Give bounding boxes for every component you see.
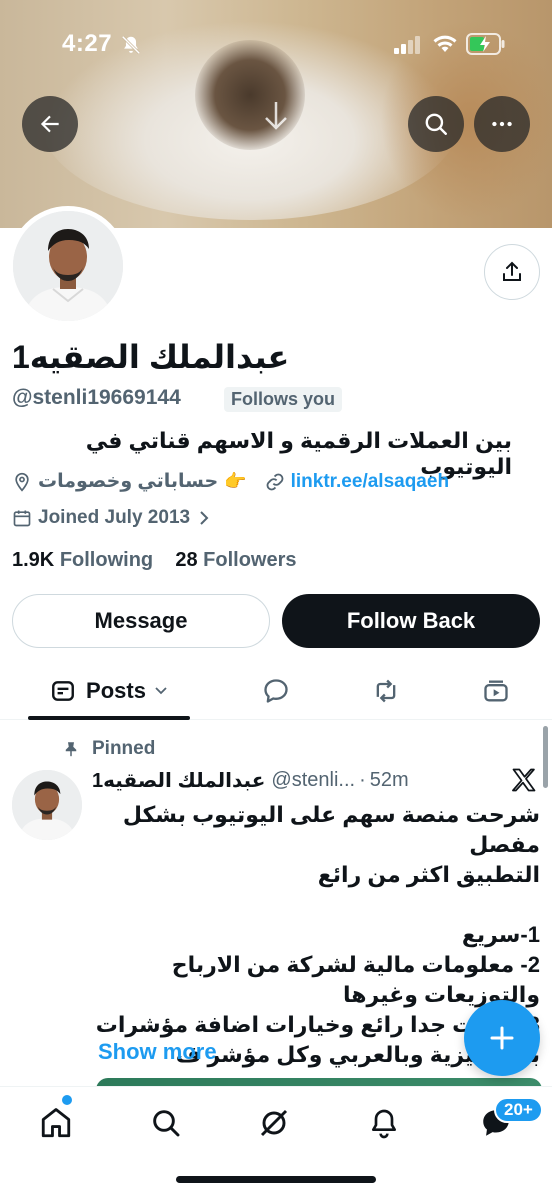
- reply-bubble-icon: [264, 679, 288, 703]
- joined-date: Joined July 2013: [38, 507, 191, 528]
- home-icon: [41, 1108, 71, 1138]
- status-time: 4:27: [62, 30, 113, 57]
- ellipsis-icon: [492, 121, 512, 127]
- avatar-photo: [12, 770, 82, 840]
- following-label: Following: [59, 549, 154, 571]
- home-unread-dot: [62, 1095, 72, 1105]
- home-indicator: [176, 1176, 376, 1183]
- media-icon: [484, 680, 508, 702]
- followers-stat[interactable]: 28 Followers: [175, 549, 296, 571]
- nav-notifications[interactable]: [364, 1103, 404, 1143]
- post-author-name[interactable]: عبدالملك الصقيه1: [92, 768, 265, 793]
- profile-tabs: Posts: [0, 662, 552, 720]
- battery-charging-icon: [466, 33, 505, 55]
- pointing-hand-emoji: 👉: [224, 471, 247, 491]
- link-icon: [266, 473, 284, 490]
- post-author-avatar[interactable]: [12, 770, 82, 840]
- tab-media[interactable]: [472, 662, 520, 720]
- nav-grok[interactable]: [254, 1103, 294, 1143]
- followers-label: Followers: [203, 549, 297, 571]
- profile-handle: @stenli19669144: [12, 386, 181, 409]
- status-bar: 4:27: [0, 0, 552, 90]
- bell-icon: [372, 1109, 396, 1139]
- share-icon: [503, 261, 521, 281]
- follow-stats: 1.9K Following 28 Followers: [12, 549, 297, 572]
- nav-home[interactable]: [36, 1103, 76, 1143]
- tab-posts[interactable]: Posts: [28, 662, 190, 720]
- search-icon: [425, 113, 447, 135]
- post-header: عبدالملك الصقيه1 @stenli... · 52m: [92, 768, 409, 793]
- back-button[interactable]: [22, 96, 78, 152]
- profile-meta-row: حساباتي وخصومات 👉 linktr.ee/alsaqaeh: [12, 470, 449, 493]
- following-stat[interactable]: 1.9K Following: [12, 549, 153, 571]
- more-options-button[interactable]: [474, 96, 530, 152]
- profile-display-name: عبدالملك الصقيه1: [12, 339, 290, 375]
- joined-date-row[interactable]: Joined July 2013: [12, 507, 210, 529]
- search-icon: [153, 1110, 180, 1137]
- pin-icon: [65, 742, 77, 757]
- plus-icon: [490, 1026, 514, 1050]
- following-count: 1.9K: [12, 549, 55, 571]
- wifi-icon: [433, 35, 457, 52]
- profile-website-link[interactable]: linktr.ee/alsaqaeh: [291, 471, 449, 493]
- tab-reposts[interactable]: [362, 662, 410, 720]
- pinned-indicator: Pinned: [62, 738, 155, 760]
- location-pin-icon: [15, 472, 29, 492]
- show-more-link[interactable]: Show more: [98, 1039, 217, 1065]
- pull-to-refresh-arrow-icon: [265, 102, 287, 130]
- chevron-right-icon: [200, 511, 209, 525]
- post-separator: ·: [359, 769, 366, 791]
- nav-search[interactable]: [146, 1103, 186, 1143]
- followers-count: 28: [175, 549, 198, 571]
- share-profile-button[interactable]: [484, 244, 540, 300]
- messages-badge: 20+: [494, 1097, 543, 1123]
- message-button[interactable]: Message: [12, 594, 270, 648]
- posts-icon: [52, 681, 74, 701]
- profile-avatar[interactable]: [8, 206, 128, 326]
- search-button[interactable]: [408, 96, 464, 152]
- x-logo-icon[interactable]: [510, 766, 538, 794]
- follows-you-badge: Follows you: [224, 387, 343, 412]
- follow-back-button[interactable]: Follow Back: [282, 594, 540, 648]
- bell-off-icon: [121, 35, 141, 55]
- profile-location: حساباتي وخصومات: [38, 471, 219, 492]
- calendar-icon: [13, 510, 31, 527]
- tab-replies[interactable]: [252, 662, 300, 720]
- scrollbar[interactable]: [543, 726, 548, 788]
- pinned-label: Pinned: [92, 738, 156, 759]
- chevron-down-icon: [155, 687, 167, 695]
- compose-post-button[interactable]: [464, 1000, 540, 1076]
- post-timestamp: 52m: [369, 769, 409, 791]
- avatar-photo: [13, 211, 123, 321]
- post-author-handle[interactable]: @stenli...: [271, 769, 355, 792]
- grok-icon: [260, 1109, 288, 1137]
- signal-icon: [394, 36, 420, 54]
- repost-icon: [376, 679, 396, 703]
- tab-posts-label: Posts: [86, 678, 146, 703]
- arrow-left-icon: [40, 115, 59, 133]
